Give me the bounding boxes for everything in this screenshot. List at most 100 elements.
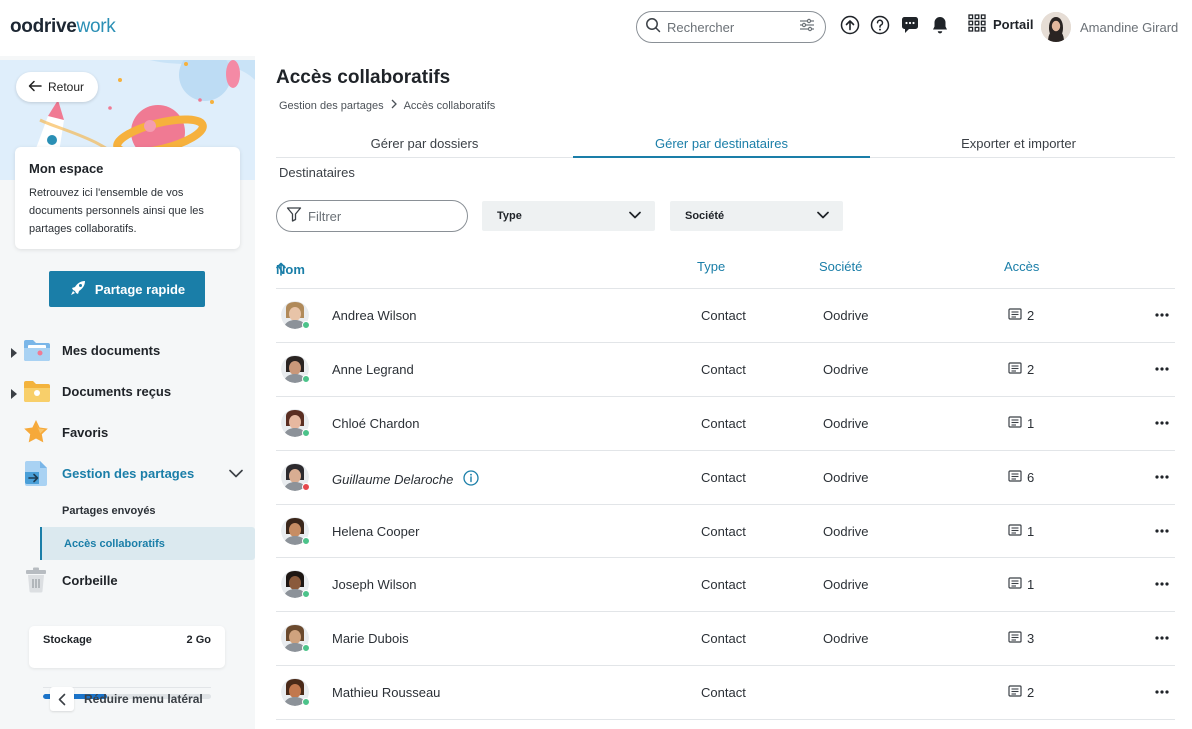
type-select[interactable]: Type	[482, 201, 655, 231]
recipient-name[interactable]: Andrea Wilson	[332, 308, 417, 323]
recipient-name-text: Guillaume Delaroche	[332, 471, 454, 487]
recipient-name-text: Andrea Wilson	[332, 308, 417, 323]
expand-caret-icon[interactable]	[10, 346, 17, 361]
trash-icon	[22, 566, 50, 594]
sidebar: Retour Mon espace Retrouvez ici l'ensemb…	[0, 56, 255, 729]
collapse-sidebar-button[interactable]: Réduire menu latéral	[50, 687, 203, 711]
recipient-company: Oodrive	[823, 577, 869, 593]
table-row[interactable]: Helena Cooper Contact Oodrive 1	[276, 505, 1175, 559]
presence-status-dot	[302, 428, 310, 437]
tab-manage-by-folders[interactable]: Gérer par dossiers	[276, 133, 573, 157]
sidebar-item-favorites[interactable]: Favoris	[0, 412, 255, 453]
table-header: Nom Type Société Accès	[276, 256, 1175, 289]
table-row[interactable]: Guillaume Delaroche Contact Oodrive 6	[276, 451, 1175, 505]
recipient-name[interactable]: Marie Dubois	[332, 631, 409, 646]
help-icon[interactable]	[870, 15, 890, 35]
recipient-name-text: Marie Dubois	[332, 631, 409, 647]
search-input[interactable]	[667, 19, 797, 35]
app-logo[interactable]: oodrivework	[10, 16, 116, 38]
more-actions-icon[interactable]	[1152, 306, 1172, 324]
recipient-name-text: Mathieu Rousseau	[332, 685, 441, 701]
chevron-down-icon[interactable]	[229, 466, 243, 481]
sidebar-subitem-collaborative-access[interactable]: Accès collaboratifs	[40, 527, 255, 560]
top-actions: Portail	[840, 14, 1033, 35]
upload-icon[interactable]	[840, 15, 860, 35]
access-count: 2	[1008, 308, 1034, 323]
recipient-company: Oodrive	[823, 631, 869, 647]
recipient-type: Contact	[701, 631, 746, 647]
tab-export-import[interactable]: Exporter et importer	[870, 133, 1167, 157]
table-row[interactable]: Mathieu Rousseau Contact 2	[276, 666, 1175, 721]
table-row[interactable]: Joseph Wilson Contact Oodrive 1	[276, 558, 1175, 613]
recipient-name[interactable]: Guillaume Delaroche	[332, 470, 480, 489]
storage-value: 2 Go	[186, 634, 211, 646]
filter-input[interactable]	[308, 208, 448, 224]
recipient-name[interactable]: Helena Cooper	[332, 524, 419, 539]
recipient-type: Contact	[701, 685, 746, 701]
more-actions-icon[interactable]	[1152, 360, 1172, 378]
sidebar-item-label: Documents reçus	[62, 384, 172, 399]
section-label: Destinataires	[279, 165, 355, 180]
recipient-name[interactable]: Joseph Wilson	[332, 577, 417, 592]
recipient-name[interactable]: Mathieu Rousseau	[332, 685, 440, 700]
logo-brand: oodrive	[10, 16, 77, 37]
quick-share-button[interactable]: Partage rapide	[49, 271, 205, 307]
user-menu[interactable]: Amandine Girard	[1041, 12, 1178, 42]
table-row[interactable]: Chloé Chardon Contact Oodrive 1	[276, 397, 1175, 451]
access-count: 2	[1008, 362, 1034, 377]
tab-manage-by-recipients[interactable]: Gérer par destinataires	[573, 133, 870, 158]
access-count: 1	[1008, 524, 1034, 539]
table-row[interactable]: Marie Dubois Contact Oodrive 3	[276, 612, 1175, 667]
presence-status-dot	[302, 536, 310, 545]
portal-button[interactable]: Portail	[968, 14, 1033, 35]
breadcrumb-link[interactable]: Gestion des partages	[279, 100, 384, 112]
access-count-value: 1	[1027, 415, 1035, 431]
column-header-company[interactable]: Société	[819, 259, 862, 274]
company-select[interactable]: Société	[670, 201, 843, 231]
folder-access-icon	[1008, 362, 1022, 377]
user-avatar	[1041, 12, 1071, 42]
sidebar-item-share-management[interactable]: Gestion des partages	[0, 453, 255, 494]
filter-box[interactable]	[276, 200, 468, 232]
column-header-type[interactable]: Type	[697, 259, 725, 274]
more-actions-icon[interactable]	[1152, 522, 1172, 540]
more-actions-icon[interactable]	[1152, 575, 1172, 593]
recipient-name-text: Joseph Wilson	[332, 577, 417, 593]
sidebar-item-trash[interactable]: Corbeille	[0, 560, 255, 601]
search-box[interactable]	[636, 11, 826, 43]
more-actions-icon[interactable]	[1152, 629, 1172, 647]
collapse-label: Réduire menu latéral	[84, 692, 203, 706]
chevron-left-icon	[50, 687, 74, 711]
recipient-name[interactable]: Chloé Chardon	[332, 416, 419, 431]
sidebar-subitem-sent-shares[interactable]: Partages envoyés	[0, 494, 255, 527]
more-actions-icon[interactable]	[1152, 414, 1172, 432]
sidebar-item-my-documents[interactable]: Mes documents	[0, 330, 255, 371]
folder-access-icon	[1008, 685, 1022, 700]
back-button[interactable]: Retour	[16, 72, 98, 102]
search-settings-icon[interactable]	[799, 18, 815, 37]
storage-label: Stockage	[43, 634, 92, 646]
recipient-name[interactable]: Anne Legrand	[332, 362, 414, 377]
recipient-type: Contact	[701, 415, 746, 431]
recipient-name-text: Anne Legrand	[332, 361, 414, 377]
table-row[interactable]: Anne Legrand Contact Oodrive 2	[276, 343, 1175, 397]
column-header-access[interactable]: Accès	[1004, 259, 1039, 274]
folder-access-icon	[1008, 631, 1022, 646]
table-row[interactable]: Andrea Wilson Contact Oodrive 2	[276, 289, 1175, 343]
more-actions-icon[interactable]	[1152, 683, 1172, 701]
expand-caret-icon[interactable]	[10, 387, 17, 402]
folder-access-icon	[1008, 308, 1022, 323]
folder-access-icon	[1008, 577, 1022, 592]
sidebar-item-received-documents[interactable]: Documents reçus	[0, 371, 255, 412]
access-count-value: 6	[1027, 469, 1035, 485]
recipient-type: Contact	[701, 308, 746, 323]
received-folder-icon	[22, 377, 50, 405]
chevron-down-icon	[817, 210, 829, 222]
chat-icon[interactable]	[900, 15, 920, 35]
info-icon[interactable]	[463, 470, 480, 489]
notifications-icon[interactable]	[930, 15, 950, 35]
sidebar-subitem-label: Accès collaboratifs	[64, 537, 165, 550]
more-actions-icon[interactable]	[1152, 468, 1172, 486]
storage-widget: Stockage 2 Go	[29, 626, 225, 699]
recipient-name-text: Helena Cooper	[332, 523, 420, 539]
